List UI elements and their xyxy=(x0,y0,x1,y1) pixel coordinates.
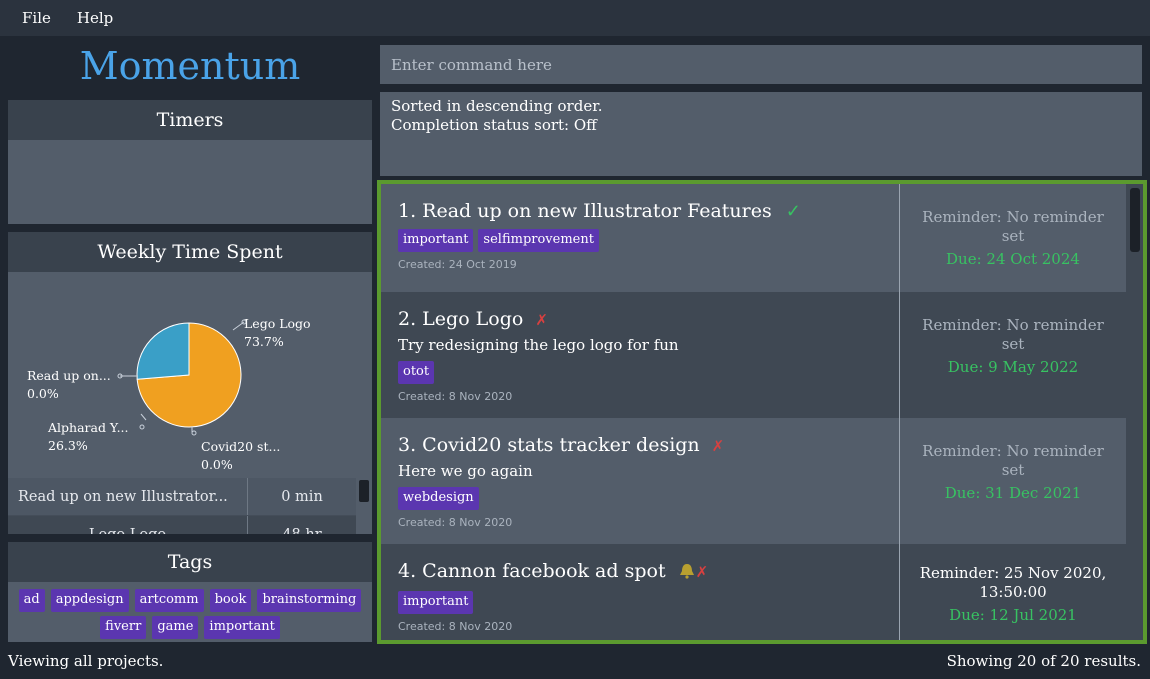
status-left-text: Viewing all projects. xyxy=(8,652,164,670)
result-line: Completion status sort: Off xyxy=(391,116,597,134)
menu-file[interactable]: File xyxy=(22,9,51,27)
tag-chip: important xyxy=(204,616,280,639)
project-card[interactable]: 3. Covid20 stats tracker design ✗ Here we… xyxy=(381,418,1126,544)
time-project-name: Read up on new Illustrator... xyxy=(8,478,248,515)
tag-chip: selfimprovement xyxy=(478,229,599,252)
project-tags: important xyxy=(398,590,899,614)
project-tags: important selfimprovement xyxy=(398,228,899,252)
project-card-body: 2. Lego Logo ✗ Try redesigning the lego l… xyxy=(381,292,899,418)
pie-pct-lego: 73.7% xyxy=(244,334,284,349)
result-line: Sorted in descending order. xyxy=(391,97,603,115)
project-title: 3. Covid20 stats tracker design xyxy=(398,434,700,456)
tag-chip: important xyxy=(398,229,474,252)
project-title-row: 4. Cannon facebook ad spot ✗ xyxy=(398,560,899,584)
timers-title: Timers xyxy=(8,100,372,140)
leader-dot xyxy=(139,424,145,430)
menu-bar: File Help xyxy=(0,0,1150,36)
leader-dot xyxy=(191,430,197,436)
project-reminder: Reminder: No reminder set xyxy=(922,208,1104,245)
project-title: 1. Read up on new Illustrator Features xyxy=(398,200,772,222)
project-deadline-panel: Reminder: No reminder set Due: 9 May 202… xyxy=(899,292,1126,418)
project-created-date: Created: 24 Oct 2019 xyxy=(398,258,517,271)
command-input[interactable] xyxy=(380,45,1142,84)
tag-chip: fiverr xyxy=(100,616,147,639)
pie-pct-covid: 0.0% xyxy=(201,457,233,472)
project-title-row: 2. Lego Logo ✗ xyxy=(398,308,899,330)
tag-chip: game xyxy=(152,616,199,639)
pie-pct-alpharad: 26.3% xyxy=(48,438,88,453)
weekly-time-title: Weekly Time Spent xyxy=(8,232,372,272)
project-description: Here we go again xyxy=(398,462,533,480)
project-title: 2. Lego Logo xyxy=(398,308,524,330)
app-title: Momentum xyxy=(79,44,301,88)
project-due-date: Due: 9 May 2022 xyxy=(947,358,1079,376)
project-created-date: Created: 8 Nov 2020 xyxy=(398,620,513,633)
pie-label-lego: Lego Logo xyxy=(244,316,311,331)
project-due-date: Due: 31 Dec 2021 xyxy=(944,484,1082,502)
tag-chip: webdesign xyxy=(398,487,479,510)
project-due-date: Due: 24 Oct 2024 xyxy=(946,250,1080,268)
time-project-name: Lego Logo xyxy=(8,516,248,534)
project-created-date: Created: 8 Nov 2020 xyxy=(398,516,513,529)
tag-chip: artcomm xyxy=(134,589,204,612)
time-spent-table: Read up on new Illustrator... 0 min Lego… xyxy=(8,478,356,534)
status-bar: Viewing all projects. Showing 20 of 20 r… xyxy=(0,646,1150,679)
tag-chip: book xyxy=(209,589,252,612)
tags-title: Tags xyxy=(8,542,372,582)
project-list-scrollbar[interactable] xyxy=(1130,188,1140,252)
pie-label-read: Read up on... xyxy=(27,368,111,383)
tag-chip: appdesign xyxy=(50,589,129,612)
project-deadline-panel: Reminder: No reminder set Due: 24 Oct 20… xyxy=(899,184,1126,292)
cross-icon: ✗ xyxy=(711,437,725,455)
leader-line xyxy=(140,413,147,421)
pie-slice xyxy=(136,322,190,380)
menu-help[interactable]: Help xyxy=(77,9,113,27)
project-created-date: Created: 8 Nov 2020 xyxy=(398,390,513,403)
time-project-value: 0 min xyxy=(281,489,323,505)
project-card-body: 3. Covid20 stats tracker design ✗ Here we… xyxy=(381,418,899,544)
cross-icon: ✗ xyxy=(535,311,548,329)
project-reminder: Reminder: No reminder set xyxy=(922,316,1104,353)
project-description: Try redesigning the lego logo for fun xyxy=(398,336,679,354)
project-due-date: Due: 12 Jul 2021 xyxy=(949,606,1077,624)
project-reminder: Reminder: No reminder set xyxy=(922,442,1104,479)
project-title: 4. Cannon facebook ad spot xyxy=(398,560,666,582)
project-card-body: 4. Cannon facebook ad spot ✗ important Cr… xyxy=(381,544,899,640)
table-row[interactable]: Read up on new Illustrator... 0 min xyxy=(8,478,356,516)
pie-pct-read: 0.0% xyxy=(27,386,59,401)
pie-label-covid: Covid20 st... xyxy=(201,439,280,454)
bell-icon xyxy=(678,562,696,584)
project-deadline-panel: Reminder: 25 Nov 2020, 13:50:00 Due: 12 … xyxy=(899,544,1126,640)
time-table-scrollbar[interactable] xyxy=(359,480,369,502)
tag-chip: important xyxy=(398,591,474,614)
project-title-row: 1. Read up on new Illustrator Features ✓ xyxy=(398,200,899,222)
weekly-time-panel: Lego Logo 73.7% Read up on... 0.0% Alpha… xyxy=(8,272,372,534)
tag-chip: otot xyxy=(398,361,435,384)
status-right-text: Showing 20 of 20 results. xyxy=(946,652,1141,670)
table-row[interactable]: Lego Logo 48 hr xyxy=(8,516,356,534)
weekly-pie-chart: Lego Logo 73.7% Read up on... 0.0% Alpha… xyxy=(27,316,311,472)
project-title-row: 3. Covid20 stats tracker design ✗ xyxy=(398,434,899,456)
time-project-value: 48 hr xyxy=(248,516,356,534)
project-card[interactable]: 4. Cannon facebook ad spot ✗ important Cr… xyxy=(381,544,1126,640)
project-tags: webdesign xyxy=(398,486,899,510)
timers-panel xyxy=(8,140,372,224)
project-list[interactable]: 1. Read up on new Illustrator Features ✓ … xyxy=(377,180,1147,644)
cross-icon: ✗ xyxy=(695,563,709,581)
project-reminder: Reminder: 25 Nov 2020, 13:50:00 xyxy=(919,564,1107,601)
pie-label-alpharad: Alpharad Y... xyxy=(47,420,129,435)
tag-chip: ad xyxy=(18,589,45,612)
project-card[interactable]: 2. Lego Logo ✗ Try redesigning the lego l… xyxy=(381,292,1126,418)
project-tags: otot xyxy=(398,360,899,384)
project-card-body: 1. Read up on new Illustrator Features ✓ … xyxy=(381,184,899,292)
project-card[interactable]: 1. Read up on new Illustrator Features ✓ … xyxy=(381,184,1126,292)
tags-panel: ad appdesign artcomm book brainstorming … xyxy=(8,582,372,642)
project-deadline-panel: Reminder: No reminder set Due: 31 Dec 20… xyxy=(899,418,1126,544)
tag-chip: brainstorming xyxy=(257,589,362,612)
check-icon: ✓ xyxy=(785,201,801,222)
result-display: Sorted in descending order. Completion s… xyxy=(380,92,1142,176)
